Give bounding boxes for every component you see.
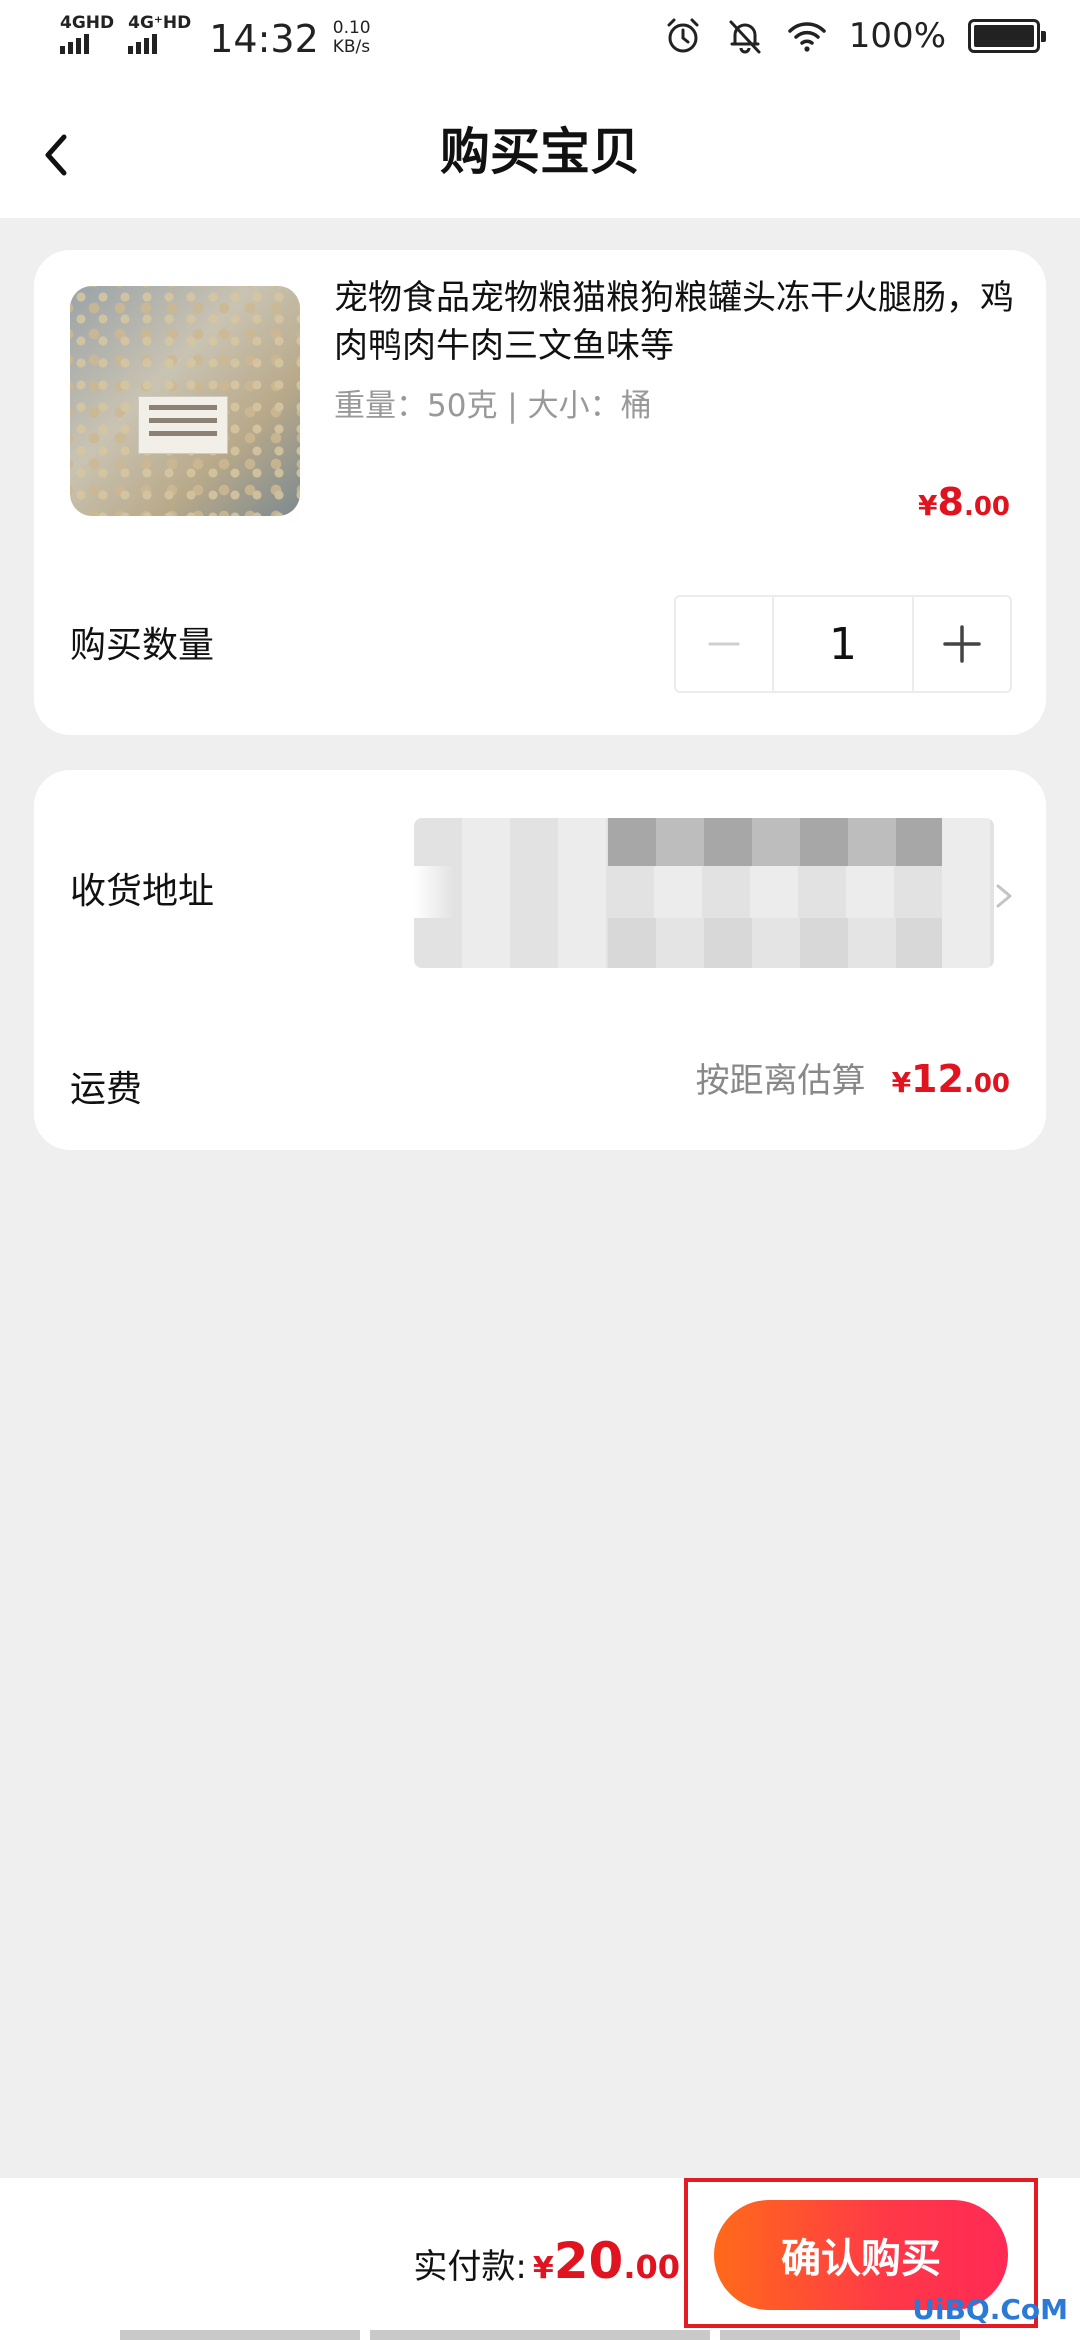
address-value-redacted[interactable] — [414, 818, 994, 968]
page: 4GHD 4G⁺HD 14:32 0.10 KB/s 100% 购买宝贝 宠物食… — [0, 0, 1080, 2340]
status-left: 4GHD 4G⁺HD 14:32 0.10 KB/s — [60, 14, 371, 64]
minus-icon — [708, 642, 740, 646]
signal-bars-icon — [128, 34, 158, 54]
bottom-indicators — [120, 2330, 960, 2340]
price-integer: 20 — [553, 2232, 624, 2290]
plus-icon — [943, 625, 981, 663]
currency-symbol: ¥ — [918, 489, 938, 522]
status-time: 14:32 — [209, 17, 319, 61]
speed-unit: KB/s — [332, 37, 371, 57]
shipping-price: ¥12.00 — [892, 1057, 1010, 1101]
quantity-stepper: 1 — [674, 595, 1012, 693]
wifi-icon — [788, 22, 826, 52]
battery-percentage: 100% — [848, 16, 946, 56]
shipping-info: 按距离估算 ¥12.00 — [696, 1053, 1010, 1102]
total-payment: 实付款: ¥20.00 — [413, 2232, 680, 2290]
bell-muted-icon — [729, 20, 761, 54]
product-card: 宠物食品宠物粮猫粮狗粮罐头冻干火腿肠，鸡肉鸭肉牛肉三文鱼味等 重量：50克 | … — [34, 250, 1046, 735]
status-right: 100% — [663, 16, 1046, 56]
decrement-button[interactable] — [676, 597, 772, 691]
status-bar: 4GHD 4G⁺HD 14:32 0.10 KB/s 100% — [0, 0, 1080, 80]
network-indicator-1: 4GHD — [60, 14, 114, 54]
speed-value: 0.10 — [332, 18, 371, 38]
signal-bars-icon — [60, 34, 89, 54]
network-indicator-2: 4G⁺HD — [128, 14, 191, 54]
product-name: 宠物食品宠物粮猫粮狗粮罐头冻干火腿肠，鸡肉鸭肉牛肉三文鱼味等 — [334, 278, 1014, 366]
price-decimal: .00 — [963, 1069, 1010, 1099]
product-spec: 重量：50克 | 大小：桶 — [334, 388, 652, 424]
package-label — [138, 396, 228, 454]
network-label: 4G⁺HD — [128, 13, 192, 33]
product-price: ¥8.00 — [918, 480, 1010, 524]
page-title: 购买宝贝 — [440, 123, 640, 181]
header: 购买宝贝 — [0, 80, 1080, 218]
price-integer: 12 — [911, 1057, 964, 1101]
address-card: 收货地址 运费 按距离估算 ¥12.00 — [34, 770, 1046, 1150]
quantity-value[interactable]: 1 — [772, 597, 914, 691]
product-thumbnail[interactable] — [70, 286, 300, 516]
battery-icon — [968, 19, 1046, 53]
increment-button[interactable] — [914, 597, 1010, 691]
shipping-label: 运费 — [70, 1069, 143, 1110]
watermark: UiBQ.CoM — [912, 2293, 1068, 2326]
price-integer: 8 — [937, 480, 964, 524]
currency-symbol: ¥ — [532, 2251, 554, 2286]
alarm-icon — [667, 18, 699, 53]
pay-label: 实付款: — [413, 2247, 527, 2287]
battery-fill — [974, 25, 1034, 47]
chevron-right-icon[interactable] — [990, 876, 1018, 916]
quantity-label: 购买数量 — [70, 625, 215, 666]
price-decimal: .00 — [963, 492, 1010, 522]
currency-symbol: ¥ — [891, 1066, 912, 1099]
network-speed: 0.10 KB/s — [333, 19, 371, 57]
price-decimal: .00 — [623, 2248, 680, 2286]
total-price: ¥20.00 — [533, 2232, 680, 2290]
address-label: 收货地址 — [70, 871, 215, 912]
network-label: 4GHD — [60, 13, 115, 33]
shipping-note: 按距离估算 — [695, 1061, 866, 1101]
